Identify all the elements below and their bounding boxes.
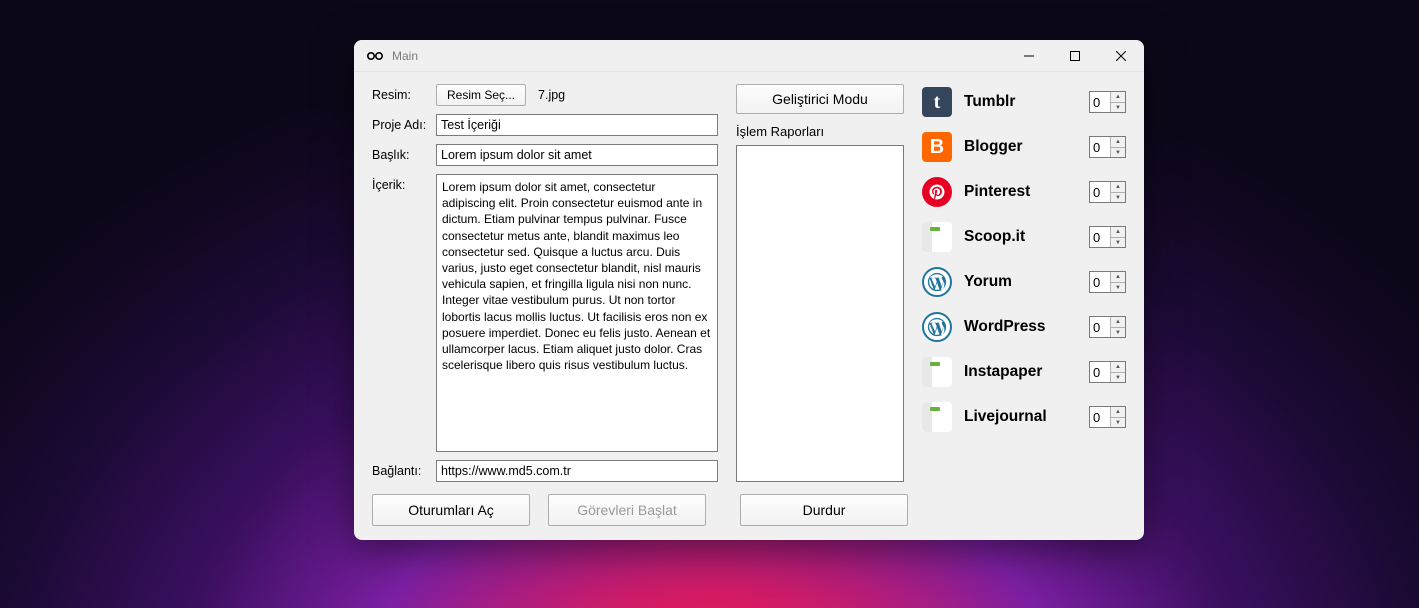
service-name: Yorum: [964, 273, 1077, 291]
title-row: Başlık:: [372, 144, 718, 166]
reports-label: İşlem Raporları: [736, 124, 904, 139]
title-label: Başlık:: [372, 148, 428, 162]
left-column: Resim: Resim Seç... 7.jpg Proje Adı: Baş…: [372, 84, 718, 526]
select-image-button[interactable]: Resim Seç...: [436, 84, 526, 106]
service-name: Pinterest: [964, 183, 1077, 201]
spinner-value: 0: [1090, 185, 1110, 200]
app-window: Main Resim: Resim Seç... 7.jpg Proje Adı…: [354, 40, 1144, 540]
spinner-down-icon[interactable]: ▼: [1111, 102, 1125, 112]
service-count-spinner[interactable]: 0▲▼: [1089, 361, 1126, 383]
image-row: Resim: Resim Seç... 7.jpg: [372, 84, 718, 106]
service-count-spinner[interactable]: 0▲▼: [1089, 136, 1126, 158]
project-label: Proje Adı:: [372, 118, 428, 132]
selected-file-label: 7.jpg: [538, 88, 565, 102]
window-controls: [1006, 40, 1144, 72]
reports-box[interactable]: [736, 145, 904, 482]
spinner-value: 0: [1090, 320, 1110, 335]
spinner-up-icon[interactable]: ▲: [1111, 92, 1125, 102]
start-tasks-button[interactable]: Görevleri Başlat: [548, 494, 706, 526]
spinner-up-icon[interactable]: ▲: [1111, 137, 1125, 147]
service-count-spinner[interactable]: 0▲▼: [1089, 406, 1126, 428]
spinner-value: 0: [1090, 230, 1110, 245]
middle-column: Geliştirici Modu İşlem Raporları: [736, 84, 904, 526]
spinner-up-icon[interactable]: ▲: [1111, 362, 1125, 372]
content-area: Resim: Resim Seç... 7.jpg Proje Adı: Baş…: [354, 72, 1144, 540]
service-row-tumblr: tTumblr0▲▼: [922, 86, 1126, 118]
image-label: Resim:: [372, 88, 428, 102]
app-icon: [364, 47, 386, 65]
spinner-down-icon[interactable]: ▼: [1111, 282, 1125, 292]
service-count-spinner[interactable]: 0▲▼: [1089, 316, 1126, 338]
spinner-down-icon[interactable]: ▼: [1111, 147, 1125, 157]
service-row-wordpress: WordPress 0▲▼: [922, 311, 1126, 343]
service-row-blogger: BBlogger0▲▼: [922, 131, 1126, 163]
minimize-button[interactable]: [1006, 40, 1052, 72]
spinner-up-icon[interactable]: ▲: [1111, 317, 1125, 327]
spinner-value: 0: [1090, 410, 1110, 425]
service-row-scoopit: Scoop.it 0▲▼: [922, 221, 1126, 253]
service-name: Scoop.it: [964, 228, 1077, 246]
services-column: tTumblr0▲▼BBlogger0▲▼Pinterest0▲▼Scoop.i…: [922, 84, 1126, 526]
link-row: Bağlantı:: [372, 460, 718, 482]
service-name: WordPress: [964, 318, 1077, 336]
content-label: İçerik:: [372, 174, 428, 452]
spinner-down-icon[interactable]: ▼: [1111, 237, 1125, 247]
spinner-down-icon[interactable]: ▼: [1111, 417, 1125, 427]
content-textarea[interactable]: [436, 174, 718, 452]
developer-mode-button[interactable]: Geliştirici Modu: [736, 84, 904, 114]
service-count-spinner[interactable]: 0▲▼: [1089, 91, 1126, 113]
spinner-down-icon[interactable]: ▼: [1111, 372, 1125, 382]
link-label: Bağlantı:: [372, 464, 428, 478]
service-count-spinner[interactable]: 0▲▼: [1089, 181, 1126, 203]
maximize-button[interactable]: [1052, 40, 1098, 72]
titlebar: Main: [354, 40, 1144, 72]
bottom-buttons: Oturumları Aç Görevleri Başlat Durdur: [354, 494, 1144, 526]
stop-button[interactable]: Durdur: [740, 494, 908, 526]
spinner-up-icon[interactable]: ▲: [1111, 227, 1125, 237]
spinner-down-icon[interactable]: ▼: [1111, 327, 1125, 337]
service-name: Blogger: [964, 138, 1077, 156]
service-row-pinterest: Pinterest 0▲▼: [922, 176, 1126, 208]
project-input[interactable]: [436, 114, 718, 136]
spinner-value: 0: [1090, 275, 1110, 290]
spinner-value: 0: [1090, 95, 1110, 110]
spinner-up-icon[interactable]: ▲: [1111, 272, 1125, 282]
service-row-instapaper: Instapaper 0▲▼: [922, 356, 1126, 388]
spinner-up-icon[interactable]: ▲: [1111, 182, 1125, 192]
window-title: Main: [392, 49, 418, 63]
service-row-yorum: Yorum 0▲▼: [922, 266, 1126, 298]
service-name: Tumblr: [964, 93, 1077, 111]
title-input[interactable]: [436, 144, 718, 166]
close-button[interactable]: [1098, 40, 1144, 72]
service-count-spinner[interactable]: 0▲▼: [1089, 271, 1126, 293]
service-row-livejournal: Livejournal 0▲▼: [922, 401, 1126, 433]
open-sessions-button[interactable]: Oturumları Aç: [372, 494, 530, 526]
spinner-up-icon[interactable]: ▲: [1111, 407, 1125, 417]
project-row: Proje Adı:: [372, 114, 718, 136]
service-name: Livejournal: [964, 408, 1077, 426]
link-input[interactable]: [436, 460, 718, 482]
spinner-value: 0: [1090, 140, 1110, 155]
spinner-value: 0: [1090, 365, 1110, 380]
service-count-spinner[interactable]: 0▲▼: [1089, 226, 1126, 248]
service-name: Instapaper: [964, 363, 1077, 381]
spinner-down-icon[interactable]: ▼: [1111, 192, 1125, 202]
content-row: İçerik:: [372, 174, 718, 452]
